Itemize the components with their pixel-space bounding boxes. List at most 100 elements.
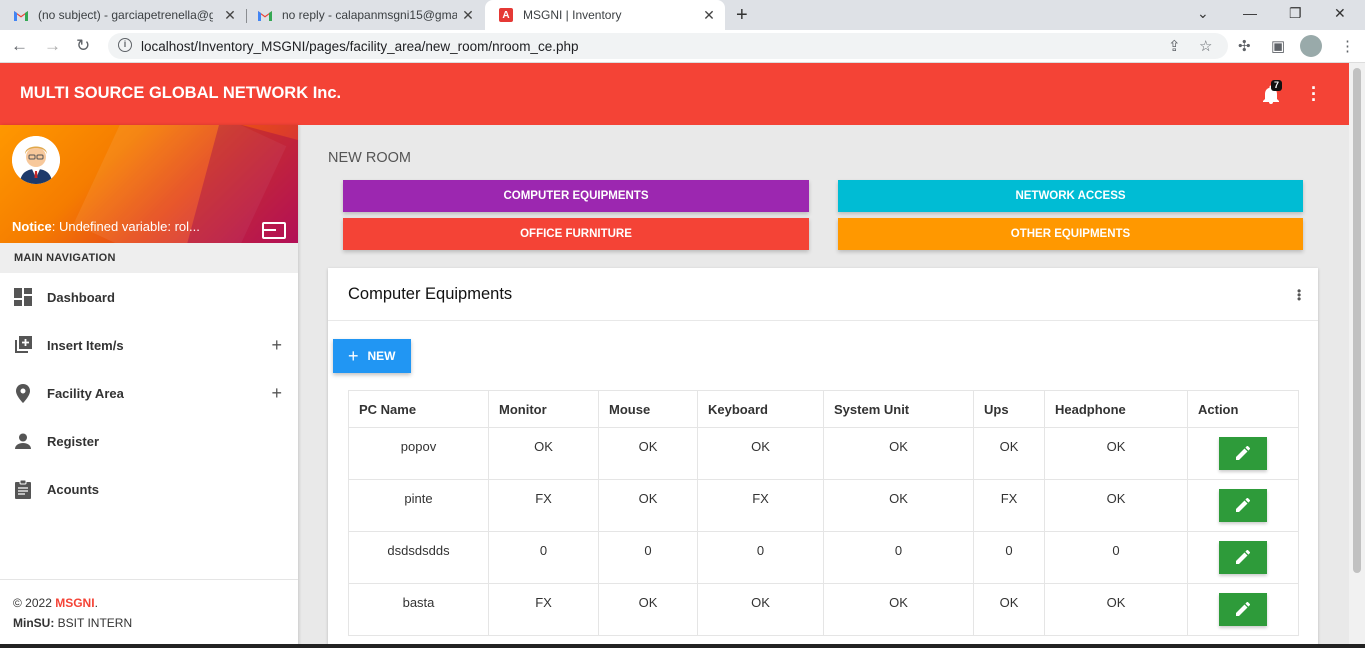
footer-brand[interactable]: MSGNI: [55, 596, 94, 610]
action-cell: [1187, 479, 1299, 532]
table-cell: OK: [823, 583, 974, 636]
brand-title[interactable]: MULTI SOURCE GLOBAL NETWORK Inc.: [20, 84, 341, 103]
back-arrow-icon[interactable]: ←: [11, 36, 28, 56]
footer-period: .: [94, 596, 98, 610]
table-cell: OK: [697, 583, 824, 636]
column-header[interactable]: Headphone: [1044, 390, 1188, 428]
forward-arrow-icon[interactable]: →: [44, 36, 61, 56]
edit-button[interactable]: [1219, 593, 1267, 626]
column-header[interactable]: System Unit: [823, 390, 974, 428]
column-header[interactable]: Ups: [973, 390, 1045, 428]
table-row: popov OK OK OK OK OK OK: [348, 427, 1299, 480]
table-cell: OK: [823, 479, 974, 532]
close-tab-icon[interactable]: ✕: [701, 7, 717, 24]
edit-pencil-icon: [1236, 550, 1250, 564]
school-text: BSIT INTERN: [54, 616, 133, 630]
table-cell: 0: [598, 531, 698, 584]
office-furniture-button[interactable]: OFFICE FURNITURE: [343, 218, 809, 250]
computer-equipments-card: Computer Equipments • • • + NEW PC Name Mon…: [328, 268, 1318, 648]
column-header[interactable]: Monitor: [488, 390, 599, 428]
card-title: Computer Equipments: [348, 285, 513, 303]
expand-plus-icon[interactable]: +: [271, 383, 282, 404]
sidebar-item-acounts[interactable]: Acounts: [0, 465, 298, 513]
edit-button[interactable]: [1219, 489, 1267, 522]
column-header[interactable]: Mouse: [598, 390, 698, 428]
sidebar-item-facility-area[interactable]: Facility Area +: [0, 369, 298, 417]
user-info-panel: Notice: Undefined variable: rol...: [0, 125, 298, 243]
close-tab-icon[interactable]: ✕: [222, 7, 238, 24]
table-cell: 0: [973, 531, 1045, 584]
table-header-row: PC Name Monitor Mouse Keyboard System Un…: [348, 390, 1299, 428]
table-cell: pinte: [348, 479, 489, 532]
page-title: NEW ROOM: [328, 150, 411, 166]
other-equipments-button[interactable]: OTHER EQUIPMENTS: [838, 218, 1303, 250]
sidebar-footer: © 2022 MSGNI. MinSU: BSIT INTERN: [0, 579, 298, 646]
table-cell: FX: [488, 479, 599, 532]
column-header[interactable]: PC Name: [348, 390, 489, 428]
minimize-icon[interactable]: —: [1243, 5, 1257, 21]
reload-icon[interactable]: ↻: [76, 36, 90, 56]
card-header: Computer Equipments • • •: [328, 268, 1318, 321]
close-tab-icon[interactable]: ✕: [460, 7, 476, 24]
share-icon[interactable]: ⇪: [1168, 37, 1181, 55]
notice-text: Notice: Undefined variable: rol...: [12, 219, 200, 234]
clipboard-icon: [13, 479, 33, 499]
table-cell: 0: [488, 531, 599, 584]
profile-avatar[interactable]: [1300, 35, 1322, 57]
dashboard-icon: [13, 287, 33, 307]
header-more-vert-icon[interactable]: · · ·: [1308, 79, 1320, 109]
edit-pencil-icon: [1236, 446, 1250, 460]
restore-icon[interactable]: ❐: [1289, 5, 1302, 22]
network-access-button[interactable]: NETWORK ACCESS: [838, 180, 1303, 212]
school-label: MinSU:: [13, 616, 55, 630]
browser-tab-title: no reply - calapanmsgni15@gma: [282, 8, 457, 22]
close-window-icon[interactable]: ✕: [1334, 5, 1346, 22]
table-cell: OK: [973, 583, 1045, 636]
new-tab-icon[interactable]: +: [736, 4, 748, 27]
action-cell: [1187, 427, 1299, 480]
table-cell: FX: [973, 479, 1045, 532]
sidebar-item-dashboard[interactable]: Dashboard: [0, 273, 298, 321]
table-cell: OK: [823, 427, 974, 480]
plus-icon: +: [348, 346, 359, 366]
table-cell: popov: [348, 427, 489, 480]
logout-icon[interactable]: [262, 222, 286, 239]
gmail-icon: [258, 8, 272, 22]
table-cell: 0: [823, 531, 974, 584]
edit-pencil-icon: [1236, 498, 1250, 512]
side-panel-icon[interactable]: ▣: [1271, 37, 1285, 55]
browser-tab-title: MSGNI | Inventory: [523, 8, 622, 22]
expand-plus-icon[interactable]: +: [271, 335, 282, 356]
notice-message: : Undefined variable: rol...: [51, 219, 200, 234]
app-favicon-icon: A: [499, 8, 513, 22]
tab-search-chevron-icon[interactable]: ⌄: [1197, 5, 1209, 22]
address-bar-row: ← → ↻ i localhost/Inventory_MSGNI/pages/…: [0, 30, 1365, 63]
browser-tab-1[interactable]: (no subject) - garciapetrenella@g ✕: [0, 0, 246, 30]
table-row: dsdsdsdds 0 0 0 0 0 0: [348, 531, 1299, 584]
column-header[interactable]: Keyboard: [697, 390, 824, 428]
page-scrollbar[interactable]: [1349, 63, 1365, 648]
sidebar: Notice: Undefined variable: rol... MAIN …: [0, 125, 298, 648]
library-add-icon: [13, 335, 33, 355]
table-row: pinte FX OK FX OK FX OK: [348, 479, 1299, 532]
user-avatar: [12, 136, 60, 184]
sidebar-item-label: Dashboard: [47, 289, 115, 305]
column-header[interactable]: Action: [1187, 390, 1299, 428]
browser-menu-icon[interactable]: ⋮: [1340, 37, 1355, 55]
edit-button[interactable]: [1219, 437, 1267, 470]
card-more-vert-icon[interactable]: • • •: [1297, 285, 1301, 305]
sidebar-item-register[interactable]: Register: [0, 417, 298, 465]
edit-button[interactable]: [1219, 541, 1267, 574]
sidebar-item-insert-items[interactable]: Insert Item/s +: [0, 321, 298, 369]
bookmark-star-icon[interactable]: ☆: [1199, 37, 1212, 55]
table-cell: dsdsdsdds: [348, 531, 489, 584]
scrollbar-thumb[interactable]: [1353, 68, 1361, 573]
new-button[interactable]: + NEW: [333, 339, 411, 373]
url-input[interactable]: i localhost/Inventory_MSGNI/pages/facili…: [108, 33, 1228, 59]
extensions-puzzle-icon[interactable]: ✣: [1238, 37, 1251, 55]
browser-tab-3-active[interactable]: A MSGNI | Inventory ✕: [485, 0, 725, 30]
computer-equipments-button[interactable]: COMPUTER EQUIPMENTS: [343, 180, 809, 212]
sidebar-item-label: Insert Item/s: [47, 337, 124, 353]
site-info-icon[interactable]: i: [118, 38, 132, 52]
browser-tab-2[interactable]: no reply - calapanmsgni15@gma ✕: [244, 0, 484, 30]
